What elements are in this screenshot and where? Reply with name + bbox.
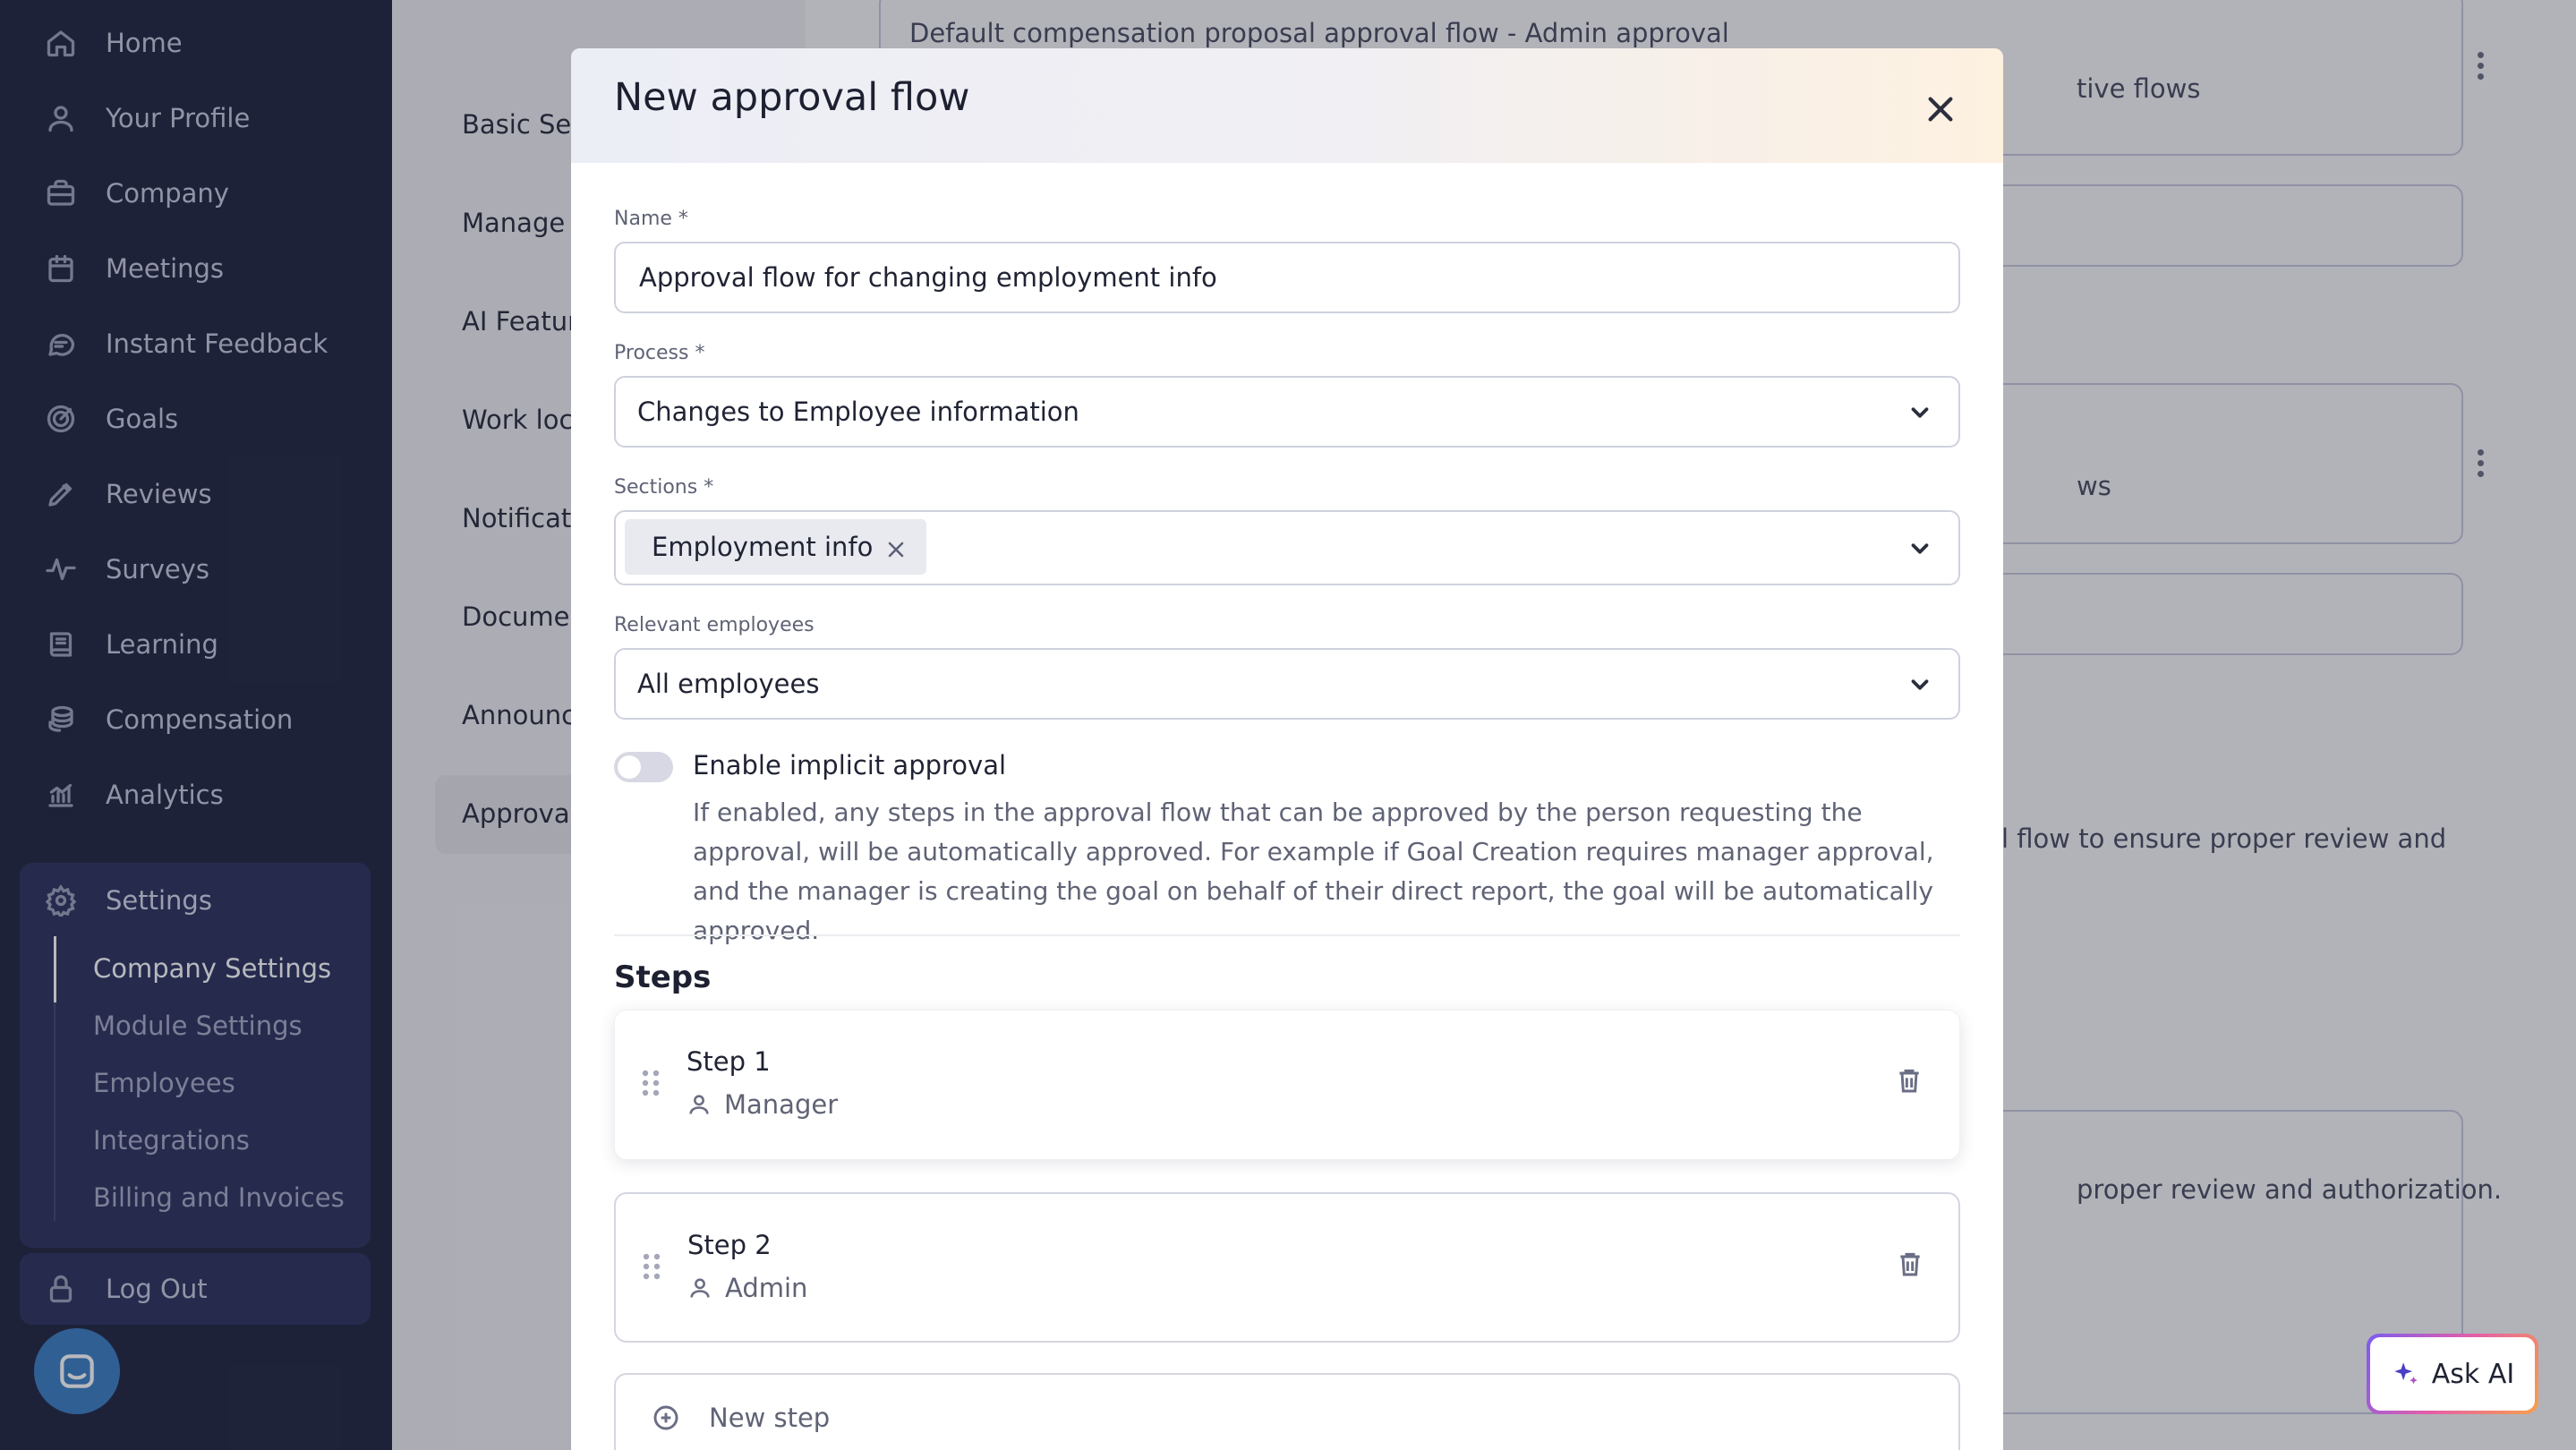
chevron-down-icon (1906, 535, 1933, 562)
sections-select[interactable]: Employment info (614, 510, 1960, 585)
step-role-label: Admin (725, 1273, 808, 1303)
step-role: Admin (687, 1273, 807, 1303)
relevant-employees-value: All employees (637, 669, 820, 699)
modal-header: New approval flow (571, 48, 2003, 163)
delete-step-button[interactable] (1895, 1064, 1927, 1100)
drag-handle-icon[interactable] (642, 1070, 660, 1096)
steps-title: Steps (614, 960, 712, 995)
trash-icon (1900, 1252, 1920, 1276)
implicit-approval-label: Enable implicit approval (693, 750, 1007, 780)
section-chip-label: Employment info (652, 532, 874, 562)
process-select[interactable]: Changes to Employee information (614, 376, 1960, 448)
delete-step-button[interactable] (1896, 1248, 1928, 1284)
step-name: Step 1 (687, 1046, 771, 1077)
step-role-label: Manager (724, 1089, 839, 1120)
close-icon (1928, 97, 1953, 122)
process-value: Changes to Employee information (637, 397, 1079, 427)
name-input[interactable]: Approval flow for changing employment in… (614, 242, 1960, 313)
ask-ai-button[interactable]: Ask AI (2367, 1334, 2538, 1414)
user-icon (689, 1095, 709, 1114)
new-step-button[interactable]: New step (614, 1373, 1960, 1450)
ask-ai-label: Ask AI (2431, 1358, 2515, 1390)
toggle-knob (618, 755, 641, 779)
chevron-down-icon (1906, 671, 1933, 698)
implicit-approval-description: If enabled, any steps in the approval fl… (693, 798, 1934, 945)
section-chip: Employment info (625, 519, 927, 575)
step-name: Step 2 (687, 1230, 772, 1260)
step-card[interactable]: Step 2 Admin (614, 1192, 1960, 1343)
drag-handle-icon[interactable] (643, 1253, 661, 1280)
user-icon (690, 1278, 710, 1298)
trash-icon (1899, 1069, 1919, 1093)
implicit-approval-toggle[interactable] (614, 752, 673, 782)
process-label: Process * (614, 342, 705, 364)
remove-chip-icon[interactable] (885, 536, 907, 558)
plus-circle-icon (653, 1405, 678, 1430)
ask-ai-inner: Ask AI (2370, 1337, 2535, 1411)
close-button[interactable] (1914, 82, 1967, 136)
modal-title: New approval flow (614, 75, 970, 120)
name-label: Name * (614, 208, 688, 230)
divider (614, 934, 1960, 936)
sections-label: Sections * (614, 476, 714, 499)
new-step-label: New step (709, 1403, 831, 1433)
chevron-down-icon (1906, 399, 1933, 426)
relevant-employees-select[interactable]: All employees (614, 648, 1960, 720)
sparkle-icon (2394, 1362, 2418, 1385)
step-card[interactable]: Step 1 Manager (614, 1010, 1960, 1160)
name-value: Approval flow for changing employment in… (639, 262, 1217, 293)
relevant-employees-label: Relevant employees (614, 614, 815, 636)
step-role: Manager (687, 1089, 838, 1120)
new-approval-flow-modal: New approval flow Name * Approval flow f… (571, 48, 2003, 1450)
